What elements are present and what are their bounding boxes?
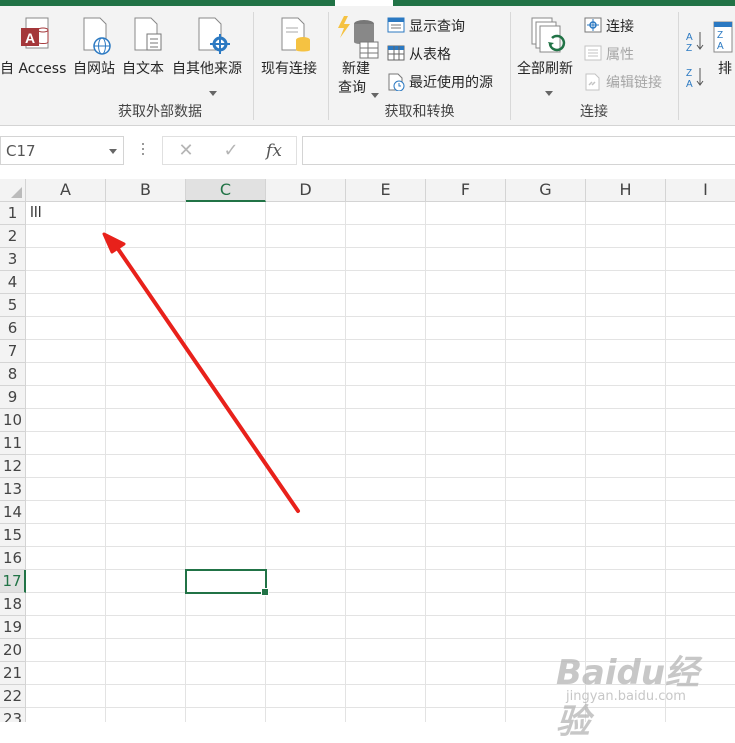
watermark-sub: jingyan.baidu.com — [566, 689, 686, 704]
annotation-arrow — [102, 232, 300, 513]
watermark-logo: Baidu经验 jingyan.baidu.com — [548, 645, 728, 742]
